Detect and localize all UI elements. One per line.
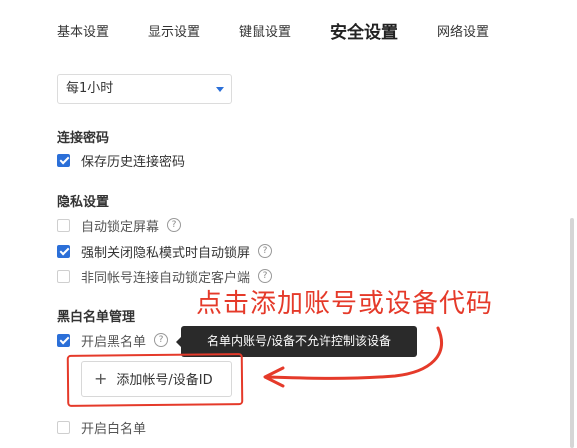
annotation-arrow-icon <box>263 326 443 388</box>
scrollbar[interactable] <box>570 218 574 448</box>
